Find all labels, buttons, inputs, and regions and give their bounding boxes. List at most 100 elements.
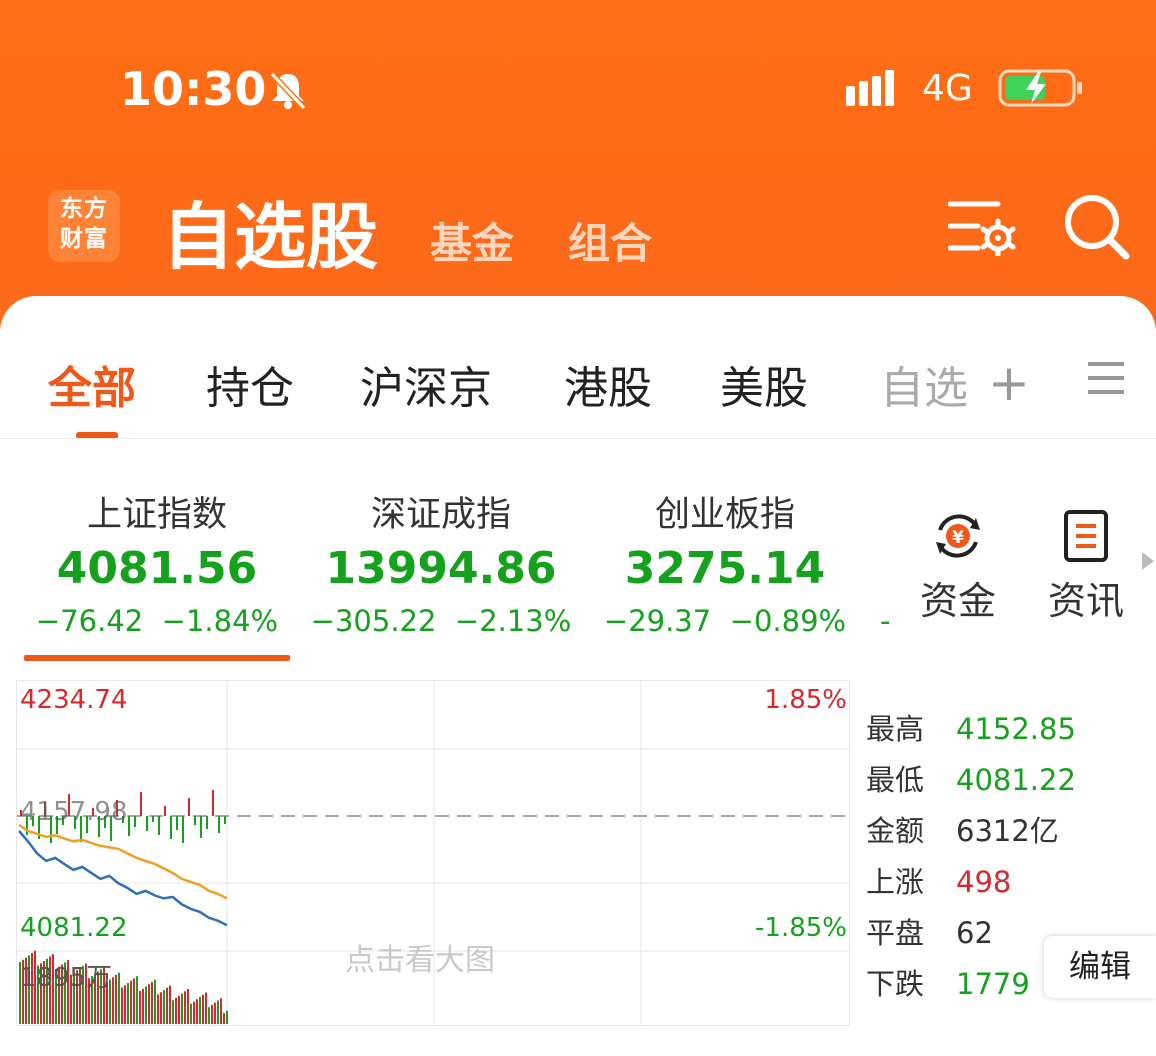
nav-funds[interactable]: 基金: [430, 210, 514, 271]
breadth-bar: [176, 816, 178, 830]
volume-bar: [142, 988, 144, 1024]
tab-holdings[interactable]: 持仓: [206, 352, 294, 416]
volume-bar: [220, 998, 222, 1024]
volume-bar: [115, 975, 117, 1024]
chart-low-percent: -1.85%: [755, 913, 847, 943]
stat-value: 4152.85: [956, 712, 1076, 746]
index-value: 3275.14: [624, 543, 826, 594]
volume-bar: [157, 994, 159, 1024]
volume-bar: [202, 994, 204, 1024]
volume-bar: [181, 993, 183, 1024]
index-change-points: −305.22: [310, 604, 437, 638]
index-name: 上证指数: [86, 495, 227, 535]
search-icon[interactable]: [1062, 192, 1132, 262]
price-line: [18, 830, 228, 927]
volume-bar: [175, 998, 177, 1024]
index-card-shanghai[interactable]: 上证指数 4081.56 −76.42 −1.84%: [12, 486, 302, 638]
volume-bar: [211, 1005, 213, 1024]
add-tab-icon[interactable]: +: [988, 354, 1030, 412]
volume-bar: [205, 992, 207, 1024]
index-value: 13994.86: [325, 543, 557, 594]
stat-label: 平盘: [866, 916, 925, 950]
volume-bar: [217, 1000, 219, 1024]
index-card-shenzhen[interactable]: 深证成指 13994.86 −305.22 −2.13%: [296, 486, 586, 638]
volume-bar: [160, 992, 162, 1024]
index-name: 深证成指: [370, 495, 511, 535]
stat-label: 最高: [866, 712, 925, 746]
volume-bar: [190, 1003, 192, 1024]
page-title: 自选股: [162, 195, 379, 279]
volume-bar: [184, 991, 186, 1024]
breadth-bar: [200, 816, 202, 838]
edit-button[interactable]: 编辑: [1044, 936, 1156, 998]
index-name: 创业板指: [654, 495, 795, 535]
stat-label: 下跌: [866, 967, 925, 1001]
volume-bar: [118, 972, 120, 1024]
volume-bar: [139, 991, 141, 1024]
volume-bar: [199, 997, 201, 1024]
breadth-bar: [218, 816, 220, 833]
stat-value: 4081.22: [956, 763, 1076, 797]
scroll-right-icon[interactable]: [1142, 552, 1154, 570]
volume-bar: [136, 976, 138, 1024]
volume-bar: [163, 990, 165, 1024]
volume-bar: [127, 983, 129, 1024]
news-label: 资讯: [1047, 579, 1124, 623]
volume-bar: [124, 985, 126, 1024]
news-button[interactable]: 资讯: [1046, 508, 1126, 625]
network-type: 4G: [922, 68, 973, 109]
breadth-bar: [152, 816, 154, 822]
volume-bar: [214, 1002, 216, 1024]
breadth-bar: [212, 790, 214, 816]
breadth-bar: [182, 816, 184, 843]
intraday-chart[interactable]: 4234.74 1.85% 4157.98 4081.22 -1.85% 189…: [16, 680, 850, 1026]
volume-bar: [112, 977, 114, 1024]
app-logo[interactable]: 东方 财富: [48, 190, 120, 262]
stat-label: 最低: [866, 763, 925, 797]
volume-bar: [133, 978, 135, 1024]
stat-value: 1779: [956, 967, 1030, 1001]
list-settings-icon[interactable]: [948, 196, 1018, 256]
stat-row: 金额 6312亿: [866, 808, 1076, 859]
stat-value: 62: [956, 916, 993, 950]
divider: [0, 438, 1156, 439]
breadth-bar: [170, 816, 172, 839]
funds-flow-icon: ¥: [936, 514, 980, 558]
index-overflow-dash: -: [880, 604, 891, 638]
volume-bar: [226, 1010, 228, 1024]
selected-index-indicator: [24, 655, 290, 661]
breadth-bar: [158, 816, 160, 835]
menu-icon[interactable]: [1086, 358, 1126, 398]
funds-button[interactable]: ¥ 资金: [918, 508, 998, 625]
funds-label: 资金: [919, 579, 996, 623]
signal-icon: [846, 70, 894, 106]
tab-hk-stocks[interactable]: 港股: [564, 352, 652, 416]
tab-all[interactable]: 全部: [48, 352, 136, 416]
logo-line1: 东方: [60, 196, 108, 222]
breadth-bar: [194, 816, 196, 825]
index-change-points: −76.42: [35, 604, 144, 638]
status-time: 10:30: [120, 62, 267, 116]
volume-bar: [172, 1000, 174, 1024]
volume-bar: [166, 987, 168, 1024]
tab-custom[interactable]: 自选: [880, 352, 968, 416]
breadth-bar: [206, 816, 208, 829]
volume-bar: [154, 979, 156, 1024]
breadth-bar: [140, 792, 142, 816]
stat-row: 最高 4152.85: [866, 706, 1076, 757]
tab-us-stocks[interactable]: 美股: [720, 352, 808, 416]
index-card-chinext[interactable]: 创业板指 3275.14 −29.37 −0.89%: [580, 486, 870, 638]
tab-shanghai-shenzhen-beijing[interactable]: 沪深京: [360, 352, 492, 416]
volume-bar: [151, 982, 153, 1024]
volume-bar: [148, 984, 150, 1024]
chart-hint: 点击看大图: [345, 943, 495, 978]
nav-portfolio[interactable]: 组合: [568, 210, 652, 271]
battery-charging-icon: [998, 69, 1082, 107]
volume-bar: [223, 1013, 225, 1024]
volume-bar: [121, 987, 123, 1024]
svg-text:¥: ¥: [952, 528, 964, 548]
breadth-bar: [146, 816, 148, 831]
volume-bar: [196, 999, 198, 1024]
stat-row: 最低 4081.22: [866, 757, 1076, 808]
chart-high-label: 4234.74: [20, 685, 128, 715]
